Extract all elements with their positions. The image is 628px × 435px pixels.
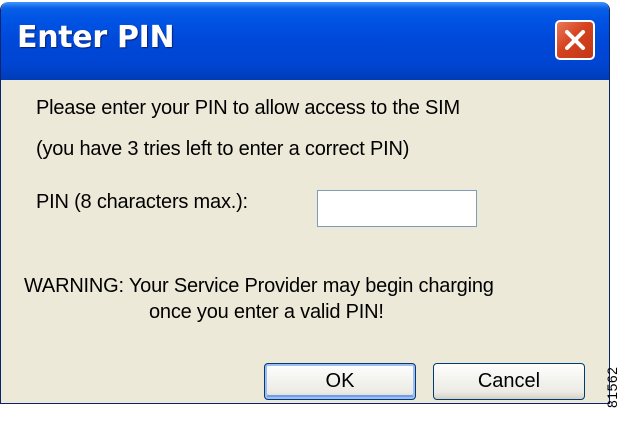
dialog-title: Enter PIN: [17, 20, 175, 55]
warning-line-1: WARNING: Your Service Provider may begin…: [24, 275, 494, 297]
figure-code: 81562: [604, 366, 620, 408]
title-bar[interactable]: Enter PIN: [1, 2, 609, 80]
enter-pin-dialog: Enter PIN Please enter your PIN to allow…: [0, 2, 610, 404]
close-button[interactable]: [555, 20, 595, 60]
pin-input[interactable]: [317, 190, 477, 227]
pin-label: PIN (8 characters max.):: [36, 191, 248, 213]
warning-line-2: once you enter a valid PIN!: [149, 301, 384, 323]
ok-button[interactable]: OK: [264, 363, 416, 400]
cancel-button[interactable]: Cancel: [433, 363, 585, 400]
message-line-1: Please enter your PIN to allow access to…: [36, 97, 460, 119]
message-line-2: (you have 3 tries left to enter a correc…: [36, 138, 410, 160]
page: Enter PIN Please enter your PIN to allow…: [0, 0, 628, 435]
close-icon: [565, 30, 585, 50]
